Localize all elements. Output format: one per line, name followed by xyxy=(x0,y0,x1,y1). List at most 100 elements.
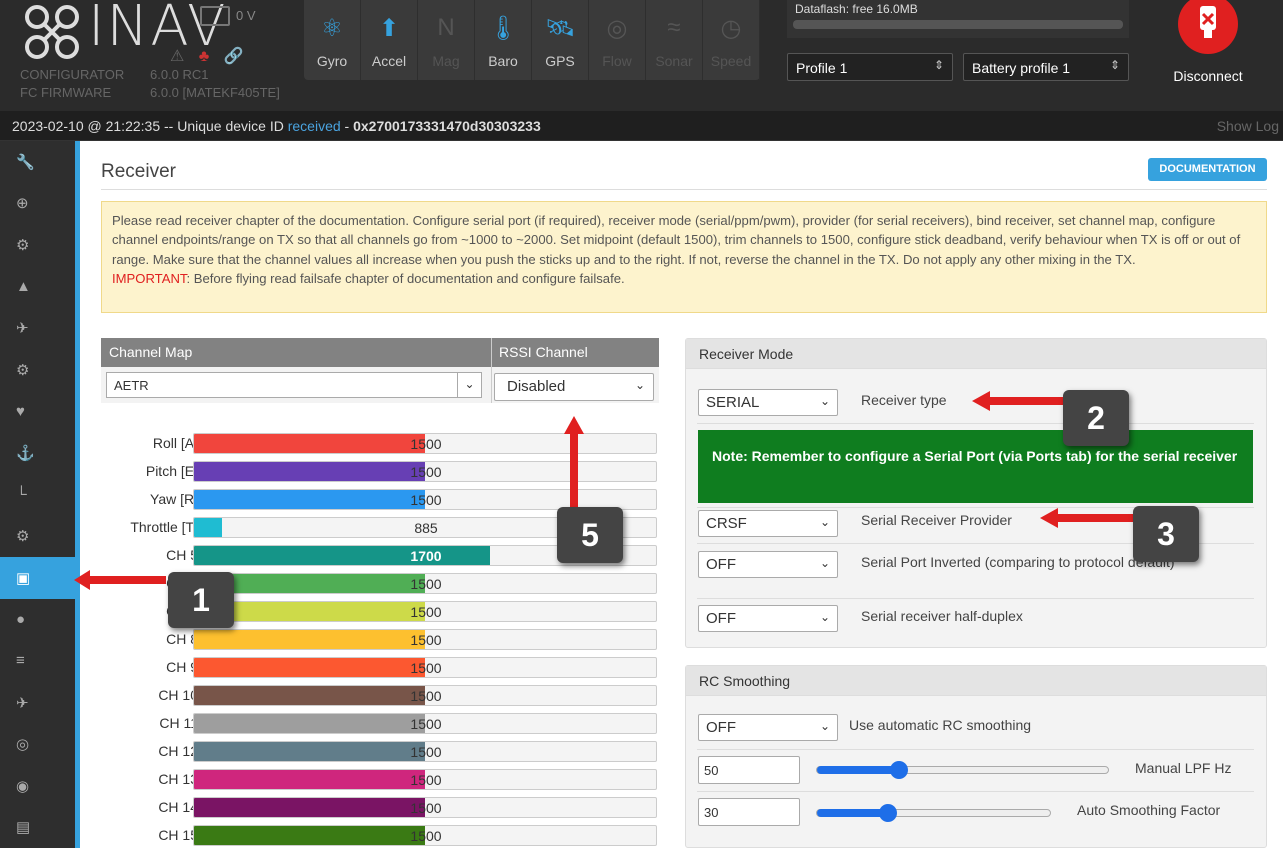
channel-track: 1500 xyxy=(193,573,657,594)
inverted-select[interactable]: OFF ⌄ xyxy=(698,551,838,578)
sensor-label: Flow xyxy=(602,53,632,69)
sidebar-item-config[interactable]: ⚙ xyxy=(0,349,75,391)
gyro-icon: ⚛ xyxy=(321,14,343,42)
annotation-arrow-1 xyxy=(86,576,166,584)
drone-logo-icon xyxy=(25,5,79,59)
dataflash-bar xyxy=(793,20,1123,29)
inav-logo xyxy=(22,2,82,65)
modes-icon: ● xyxy=(16,610,26,628)
sidebar-item-modes[interactable]: ● xyxy=(0,599,75,641)
provider-select[interactable]: CRSF ⌄ xyxy=(698,510,838,537)
sidebar-item-wrench[interactable]: 🔧 xyxy=(0,141,75,183)
ports-icon: ✈ xyxy=(16,320,29,338)
channel-value: 1500 xyxy=(410,492,442,508)
channel-row: CH 9 1500 xyxy=(80,657,660,679)
lpf-label: Manual LPF Hz xyxy=(1135,760,1232,776)
chevron-down-icon: ⌄ xyxy=(819,515,830,529)
speed-icon: ◷ xyxy=(720,14,742,42)
channel-label: CH 10 xyxy=(158,687,198,703)
rssi-channel-select[interactable]: Disabled ⌄ xyxy=(494,373,654,401)
divider xyxy=(697,598,1254,599)
auto-smoothing-value: OFF xyxy=(706,719,736,736)
divider xyxy=(697,423,1254,424)
firmware-label: FC FIRMWARE xyxy=(20,85,112,100)
arrowhead-icon xyxy=(74,570,90,590)
channel-row: CH 15 1500 xyxy=(80,825,660,847)
channel-track: 1500 xyxy=(193,825,657,846)
battery-profile-value: Battery profile 1 xyxy=(972,60,1071,76)
chevron-down-icon: ⌄ xyxy=(819,556,830,570)
channel-fill xyxy=(194,434,425,453)
channel-row: CH 8 1500 xyxy=(80,629,660,651)
documentation-button[interactable]: DOCUMENTATION xyxy=(1148,158,1267,181)
note-text: Please read receiver chapter of the docu… xyxy=(112,213,1241,267)
sidebar-item-tree[interactable]: ⚓ xyxy=(0,432,75,474)
receiver-type-value: SERIAL xyxy=(706,394,760,411)
baro-icon: 🌡 xyxy=(487,14,519,42)
factor-slider[interactable] xyxy=(816,804,1051,822)
profile-value: Profile 1 xyxy=(796,60,848,76)
channel-value: 1500 xyxy=(410,464,442,480)
channel-track: 1500 xyxy=(193,685,657,706)
factor-label: Auto Smoothing Factor xyxy=(1077,802,1221,818)
device-id: 0x2700173331470d30303233 xyxy=(353,118,541,134)
top-bar: INAV 0 V ⚠ ♣ 🔗 CONFIGURATOR 6.0.0 RC1 FC… xyxy=(0,0,1283,111)
receiver-icon: ▣ xyxy=(16,569,31,587)
sidebar-item-adjustments[interactable]: ≡ xyxy=(0,640,75,682)
lpf-input[interactable]: 50 xyxy=(698,756,800,784)
halfduplex-select[interactable]: OFF ⌄ xyxy=(698,605,838,632)
receiver-type-select[interactable]: SERIAL ⌄ xyxy=(698,389,838,416)
main-content: Receiver DOCUMENTATION Please read recei… xyxy=(80,141,1283,848)
disconnect-label: Disconnect xyxy=(1173,68,1243,84)
sidebar-item-osd[interactable]: ▤ xyxy=(0,807,75,848)
sensor-sonar: ≈ Sonar xyxy=(646,0,703,80)
sidebar-item-settings[interactable]: ⚙ xyxy=(0,515,75,557)
show-log-link[interactable]: Show Log xyxy=(1217,118,1279,134)
channel-row: CH 14 1500 xyxy=(80,797,660,819)
settings-icon: ⚙ xyxy=(16,528,30,546)
channel-map-separator xyxy=(491,338,492,403)
sidebar-item-gps-sat[interactable]: ✈ xyxy=(0,682,75,724)
profile-select[interactable]: Profile 1 ⇕ xyxy=(787,53,953,81)
disconnect-button[interactable]: Disconnect xyxy=(1166,0,1250,84)
channel-row: CH 13 1500 xyxy=(80,769,660,791)
annotation-arrow-5 xyxy=(570,432,578,508)
title-divider xyxy=(101,189,1267,190)
sidebar-item-mixer[interactable]: ⚙ xyxy=(0,224,75,266)
updown-icon: ⇕ xyxy=(933,58,944,72)
sidebar-item-compass[interactable]: ◎ xyxy=(0,723,75,765)
channel-value: 1500 xyxy=(410,660,442,676)
channel-label: CH 14 xyxy=(158,799,198,815)
channel-map-value: AETR xyxy=(114,378,149,393)
channel-track: 1500 xyxy=(193,601,657,622)
chevron-down-icon: ⌄ xyxy=(819,610,830,624)
channel-fill xyxy=(194,714,425,733)
pid-icon: └ xyxy=(16,486,27,504)
halfduplex-label: Serial receiver half-duplex xyxy=(861,608,1023,624)
channel-value: 1500 xyxy=(410,576,442,592)
sidebar-item-location[interactable]: ◉ xyxy=(0,765,75,807)
channel-row: CH 71500 xyxy=(80,601,660,623)
channel-map-select[interactable]: AETR ⌄ xyxy=(106,372,482,398)
lpf-slider[interactable] xyxy=(816,761,1109,779)
sidebar-item-failsafe[interactable]: ♥ xyxy=(0,391,75,433)
battery-profile-select[interactable]: Battery profile 1 ⇕ xyxy=(963,53,1129,81)
sidebar-item-pid[interactable]: └ xyxy=(0,474,75,516)
auto-smoothing-select[interactable]: OFF ⌄ xyxy=(698,714,838,741)
slider-knob[interactable] xyxy=(890,761,909,779)
sidebar-item-receiver[interactable]: ▣ xyxy=(0,556,75,599)
channel-fill xyxy=(194,742,425,761)
dataflash-panel: Dataflash: free 16.0MB xyxy=(787,0,1129,38)
slider-knob[interactable] xyxy=(878,804,897,822)
sidebar-item-outputs[interactable]: ▲ xyxy=(0,266,75,308)
channel-track: 1500 xyxy=(193,797,657,818)
factor-input[interactable]: 30 xyxy=(698,798,800,826)
rssi-channel-value: Disabled xyxy=(507,378,566,395)
mixer-icon: ⚙ xyxy=(16,236,30,254)
note-important-text: : Before flying read failsafe chapter of… xyxy=(186,271,625,287)
channel-fill xyxy=(194,770,425,789)
firmware-version: 6.0.0 [MATEKF405TE] xyxy=(150,85,280,100)
status-received: received xyxy=(287,118,341,134)
sidebar-item-calibration[interactable]: ⊕ xyxy=(0,183,75,225)
sidebar-item-ports[interactable]: ✈ xyxy=(0,307,75,349)
